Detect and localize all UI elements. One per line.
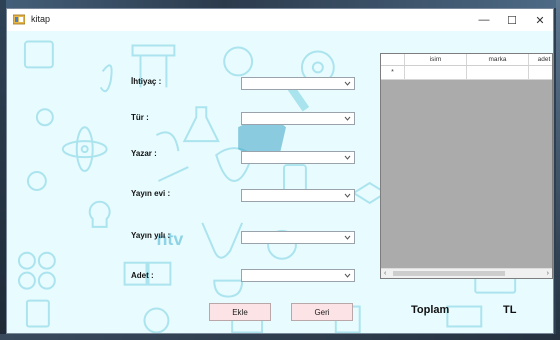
column-header-isim[interactable]: isim: [405, 54, 467, 65]
title-bar[interactable]: kitap — ☐ ✕: [7, 9, 553, 31]
grid-header-row: isim marka adet: [381, 54, 552, 66]
flask-icon: [182, 106, 220, 143]
add-button[interactable]: Ekle: [209, 303, 271, 321]
cell-adet[interactable]: [529, 66, 552, 79]
notebook-icon: [25, 299, 50, 328]
app-window-icon: [13, 14, 25, 25]
chevron-down-icon: [344, 116, 351, 121]
scroll-left-icon[interactable]: ‹: [384, 270, 386, 277]
new-row-marker: *: [381, 66, 405, 79]
table-row[interactable]: *: [381, 66, 552, 80]
combo-yayin-yili[interactable]: [241, 231, 355, 244]
total-label: Toplam: [411, 304, 450, 316]
lightbulb-icon: [88, 200, 111, 228]
atom-icon: [61, 140, 108, 159]
close-button[interactable]: ✕: [525, 9, 553, 31]
chevron-down-icon: [344, 235, 351, 240]
desktop-background: [0, 0, 560, 8]
label-yazar: Yazar :: [131, 149, 157, 158]
minimize-button[interactable]: —: [469, 9, 499, 31]
combo-ihtiyac[interactable]: [241, 77, 355, 90]
close-icon: ✕: [535, 14, 545, 27]
world-icon: [155, 131, 180, 152]
maximize-button[interactable]: ☐: [497, 9, 527, 31]
laptop-icon: [446, 305, 483, 328]
label-yayin-evi: Yayın evi :: [131, 189, 171, 198]
gear-icon: [143, 307, 170, 333]
combo-yazar[interactable]: [241, 151, 355, 164]
grid-row-header-corner: [381, 54, 405, 65]
label-yayin-yili: Yayın yılı :: [131, 231, 171, 240]
music-note-icon: [99, 64, 113, 93]
column-header-marka[interactable]: marka: [467, 54, 529, 65]
app-window: kitap — ☐ ✕ ntv İhtiyaç: Tür: Yazar: …: [6, 8, 554, 334]
desktop-background-bottom: [0, 334, 560, 340]
leaf-icon: [26, 171, 47, 191]
chevron-down-icon: [344, 273, 351, 278]
chevron-down-icon: [344, 81, 351, 86]
minimize-icon: —: [478, 14, 490, 26]
cell-icon: [223, 46, 254, 77]
label-adet: Adet :: [131, 271, 154, 280]
label-tur: Tür :: [131, 113, 149, 122]
scrollbar-thumb[interactable]: [393, 271, 505, 276]
chevron-down-icon: [344, 193, 351, 198]
combo-yayin-evi[interactable]: [241, 189, 355, 202]
maximize-icon: ☐: [507, 14, 517, 27]
form-client-area: ntv İhtiyaç : Tür : Yazar : Yayın evi : …: [7, 31, 553, 333]
currency-label: TL: [503, 304, 517, 316]
horizontal-scrollbar[interactable]: ‹ ›: [381, 268, 552, 278]
math-icon: [35, 108, 54, 127]
tea-cup-icon: [213, 279, 244, 298]
cell-marka[interactable]: [467, 66, 529, 79]
back-button[interactable]: Geri: [291, 303, 353, 321]
combo-adet[interactable]: [241, 269, 355, 282]
pencil-icon: [158, 166, 189, 182]
book-icon: [23, 40, 54, 69]
combo-tur[interactable]: [241, 112, 355, 125]
window-title: kitap: [31, 14, 51, 24]
column-header-adet[interactable]: adet: [529, 54, 552, 65]
desktop-background-right: [556, 0, 560, 340]
column-icon: [131, 44, 176, 57]
university-logo: [201, 222, 244, 259]
data-grid[interactable]: isim marka adet * ‹ ›: [380, 53, 553, 279]
scroll-right-icon[interactable]: ›: [547, 270, 549, 277]
chevron-down-icon: [344, 155, 351, 160]
cell-isim[interactable]: [405, 66, 467, 79]
label-ihtiyac: İhtiyaç :: [131, 77, 162, 86]
abacus-icon: [17, 251, 36, 270]
